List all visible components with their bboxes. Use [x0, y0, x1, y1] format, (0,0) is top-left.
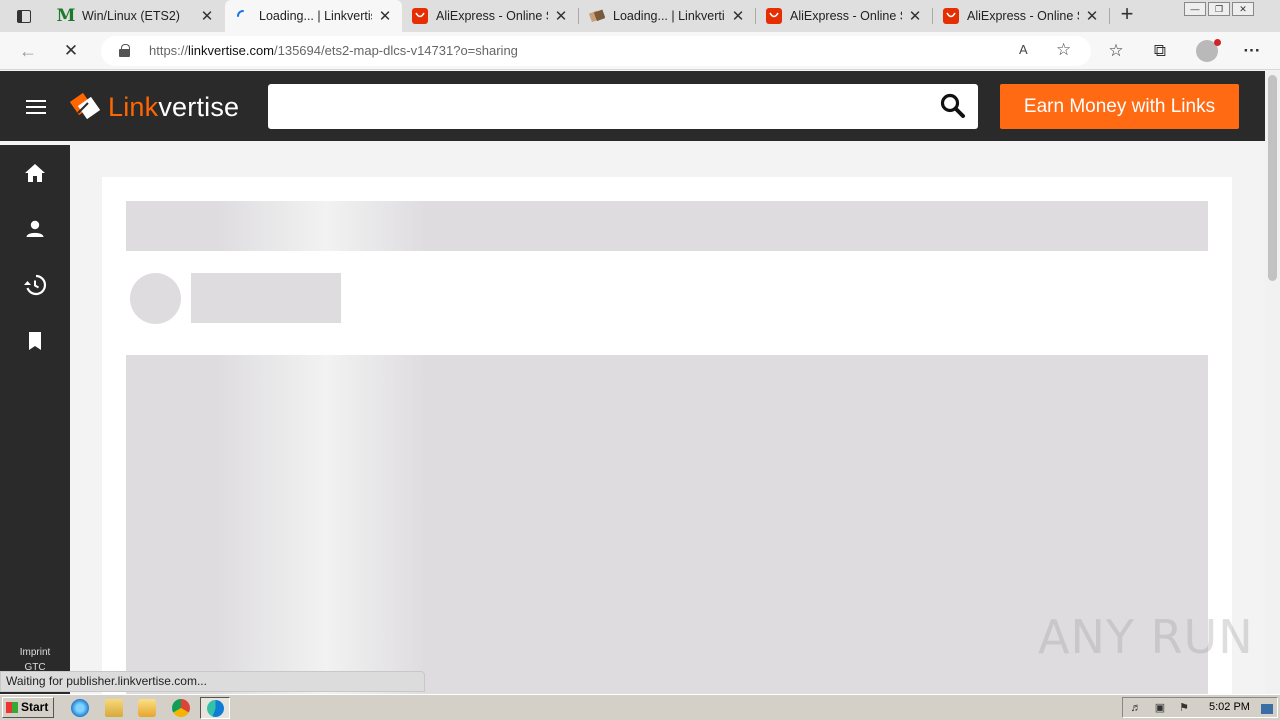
new-tab-button[interactable]: +: [1116, 3, 1138, 26]
back-button[interactable]: ←: [15, 39, 41, 63]
stop-loading-button[interactable]: ✕: [58, 39, 84, 63]
anyrun-watermark: ANY RUN: [1038, 610, 1254, 664]
more-menu-icon[interactable]: ···: [1240, 40, 1264, 62]
skeleton-title: [126, 201, 1208, 251]
linkvertise-logo[interactable]: Linkvertise: [69, 90, 240, 124]
search-icon[interactable]: [940, 93, 966, 119]
url-path: /135694/ets2-map-dlcs-v14731?o=sharing: [274, 43, 518, 58]
tab-strip: M Win/Linux (ETS2) ✕ Loading... | Linkve…: [0, 0, 1280, 32]
url-domain: linkvertise.com: [188, 43, 274, 58]
collections-icon[interactable]: ⧉: [1148, 40, 1172, 62]
profile-avatar[interactable]: [1196, 39, 1221, 62]
explorer-taskbar-icon[interactable]: [105, 699, 123, 717]
url-text[interactable]: https://linkvertise.com/135694/ets2-map-…: [149, 43, 518, 58]
aliexpress-icon: [766, 8, 782, 24]
aliexpress-icon: [412, 8, 428, 24]
tab-separator: [1109, 8, 1110, 24]
tab-title: AliExpress - Online Shopping: [967, 9, 1079, 23]
close-window-button[interactable]: ✕: [1232, 2, 1254, 16]
close-tab-icon[interactable]: ✕: [1085, 7, 1099, 25]
chrome-taskbar-icon[interactable]: [172, 699, 190, 717]
system-tray: ♬ ▣ ⚑ 5:02 PM: [1122, 697, 1278, 718]
lock-icon[interactable]: [119, 44, 130, 57]
clock: 5:02 PM: [1209, 701, 1250, 713]
imprint-link[interactable]: Imprint: [0, 647, 70, 658]
ie-taskbar-icon[interactable]: [71, 699, 89, 717]
edge-taskbar-icon: [207, 700, 224, 717]
bookmark-icon[interactable]: [23, 329, 47, 353]
tab-title: AliExpress - Online Shopping: [436, 9, 548, 23]
tab-aliexpress-1[interactable]: AliExpress - Online Shopping ✕: [402, 0, 578, 32]
tab-title: Win/Linux (ETS2): [82, 9, 180, 23]
url-prefix: https://: [149, 43, 189, 58]
skeleton-avatar: [130, 273, 181, 324]
tab-title: Loading... | Linkvertise: [259, 9, 372, 23]
window-controls: — ❐ ✕: [1184, 2, 1254, 16]
tab-linkvertise-loading[interactable]: Loading... | Linkvertise ✕: [225, 0, 402, 32]
side-navigation: Imprint GTC: [0, 145, 70, 694]
close-tab-icon[interactable]: ✕: [378, 7, 392, 25]
m-favicon-icon: M: [56, 6, 76, 26]
tab-aliexpress-3[interactable]: AliExpress - Online Shopping ✕: [933, 0, 1109, 32]
read-aloud-icon[interactable]: A: [1019, 42, 1028, 57]
close-tab-icon[interactable]: ✕: [554, 7, 568, 25]
earn-money-button[interactable]: Earn Money with Links: [1000, 84, 1239, 129]
vertical-scrollbar[interactable]: [1265, 71, 1280, 694]
skeleton-author: [191, 273, 341, 323]
close-tab-icon[interactable]: ✕: [200, 7, 214, 25]
start-button[interactable]: Start: [2, 697, 54, 718]
network-icon[interactable]: ▣: [1153, 702, 1167, 715]
aliexpress-icon: [943, 8, 959, 24]
user-icon[interactable]: [23, 217, 47, 241]
close-tab-icon[interactable]: ✕: [908, 7, 922, 25]
media-player-taskbar-icon[interactable]: [138, 699, 156, 717]
tab-actions-icon: [17, 9, 31, 23]
tab-aliexpress-2[interactable]: AliExpress - Online Shopping ✕: [756, 0, 932, 32]
linkvertise-logo-icon: [69, 91, 102, 123]
tab-title: Loading... | Linkvertise: [613, 9, 725, 23]
favorites-icon[interactable]: ☆: [1104, 40, 1128, 62]
logo-text-vertise: vertise: [158, 91, 240, 122]
address-bar[interactable]: https://linkvertise.com/135694/ets2-map-…: [101, 36, 1091, 66]
show-desktop-icon[interactable]: [1261, 704, 1273, 714]
close-tab-icon[interactable]: ✕: [731, 7, 745, 25]
volume-icon[interactable]: ♬: [1129, 702, 1143, 715]
history-icon[interactable]: [23, 273, 47, 297]
tab-ets2[interactable]: M Win/Linux (ETS2) ✕: [48, 0, 224, 32]
minimize-button[interactable]: —: [1184, 2, 1206, 16]
browser-toolbar: ← ✕ https://linkvertise.com/135694/ets2-…: [0, 32, 1280, 70]
home-icon[interactable]: [23, 161, 47, 185]
status-bar: Waiting for publisher.linkvertise.com...: [0, 671, 425, 692]
add-favorite-icon[interactable]: ☆: [1056, 40, 1071, 60]
tab-linkvertise-2[interactable]: Loading... | Linkvertise ✕: [579, 0, 755, 32]
restore-button[interactable]: ❐: [1208, 2, 1230, 16]
linkvertise-icon: [589, 8, 605, 24]
scrollbar-thumb[interactable]: [1268, 75, 1277, 281]
edge-taskbar-button[interactable]: [200, 697, 230, 719]
loading-spinner-icon: [235, 8, 251, 24]
logo-text-link: Link: [108, 91, 159, 122]
tab-actions-button[interactable]: [8, 6, 40, 26]
site-header: Linkvertise Earn Money with Links: [0, 71, 1265, 141]
menu-icon[interactable]: [26, 100, 46, 114]
search-input[interactable]: [268, 84, 978, 129]
flag-icon[interactable]: ⚑: [1177, 702, 1191, 715]
taskbar: Start ♬ ▣ ⚑ 5:02 PM: [0, 694, 1280, 720]
tab-title: AliExpress - Online Shopping: [790, 9, 902, 23]
